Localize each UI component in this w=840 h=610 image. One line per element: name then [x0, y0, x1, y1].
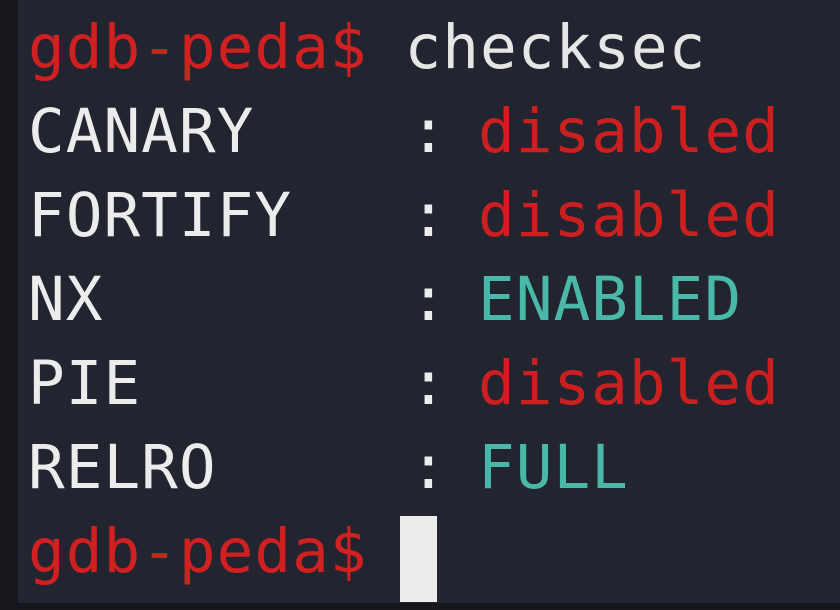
row-separator: : [410, 264, 448, 335]
output-row-canary: CANARY: disabled [28, 90, 780, 174]
row-separator: : [410, 96, 448, 167]
prompt: gdb-peda$ [28, 516, 368, 587]
row-value: disabled [478, 180, 780, 251]
output-row-relro: RELRO: FULL [28, 426, 629, 510]
output-row-nx: NX: ENABLED [28, 258, 742, 342]
row-separator: : [410, 180, 448, 251]
row-value: disabled [478, 348, 780, 419]
row-separator: : [410, 348, 448, 419]
window-bottom-border [0, 603, 840, 610]
row-value: disabled [478, 96, 780, 167]
window-left-border [0, 0, 18, 610]
row-key: CANARY [28, 96, 255, 167]
row-value: ENABLED [478, 264, 743, 335]
output-row-pie: PIE: disabled [28, 342, 780, 426]
text-cursor [400, 516, 437, 602]
row-key: PIE [28, 348, 142, 419]
input-line[interactable]: gdb-peda$ [28, 510, 368, 594]
row-value: FULL [478, 432, 629, 503]
row-separator: : [410, 432, 448, 503]
row-key: RELRO [28, 432, 217, 503]
terminal-window[interactable]: gdb-peda$ checksec CANARY: disabled FORTIF… [18, 0, 840, 603]
row-key: FORTIFY [28, 180, 293, 251]
row-key: NX [28, 264, 104, 335]
output-row-fortify: FORTIFY: disabled [28, 174, 780, 258]
prompt: gdb-peda$ [28, 12, 368, 83]
command-line: gdb-peda$ checksec [28, 6, 706, 90]
command-text: checksec [404, 12, 707, 83]
